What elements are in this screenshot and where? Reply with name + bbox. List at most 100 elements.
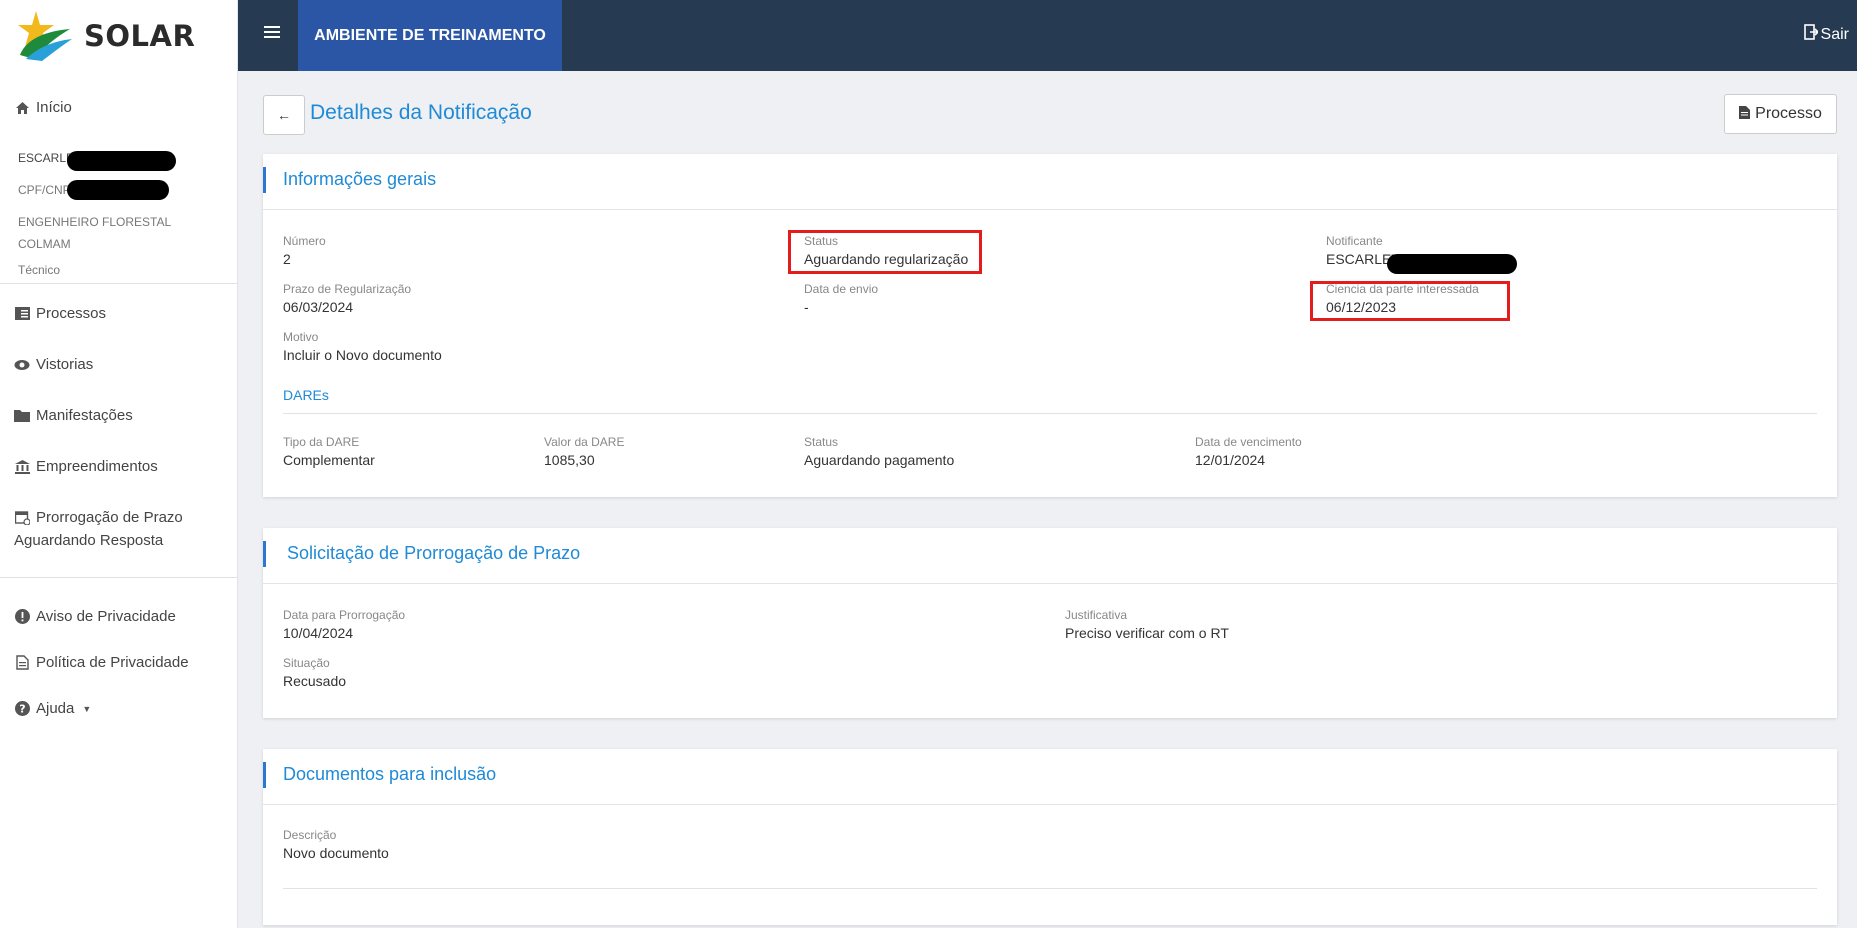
field-label: Descrição [283,828,337,842]
card-header: Documentos para inclusão [263,749,1837,805]
alert-icon [14,609,30,625]
field-label: Tipo da DARE [283,435,360,449]
field-value: 06/03/2024 [283,299,354,315]
redacted-name [67,151,176,171]
sidebar-divider [0,577,238,578]
sidebar-item-ajuda[interactable]: ? Ajuda ▼ [14,700,91,717]
field-label: Motivo [283,330,319,344]
card-accent [263,762,266,788]
section-divider [283,413,1817,414]
sidebar-item-label: Início [36,99,72,116]
field-motivo: Motivo Incluir o Novo documento [283,330,442,363]
arrow-left-icon: ← [277,107,291,123]
card-header: Informações gerais [263,154,1837,210]
logout-label: Sair [1820,25,1849,43]
field-label: Notificante [1326,234,1383,248]
sidebar-item-empreendimentos[interactable]: Empreendimentos [14,458,158,475]
logout-button[interactable]: Sair [1803,24,1849,45]
field-value: Novo documento [283,845,389,861]
environment-label: AMBIENTE DE TREINAMENTO [298,0,562,71]
user-org: COLMAM [18,237,71,251]
field-value: - [804,299,809,315]
caret-down-icon: ▼ [82,703,92,714]
sidebar-item-politica-privacidade[interactable]: Política de Privacidade [14,654,189,671]
general-info-card: Informações gerais Número 2 Status Aguar… [263,154,1837,497]
sidebar-item-label: Vistorias [36,356,94,373]
sidebar-item-label: Aviso de Privacidade [36,608,176,625]
field-value: Aguardando pagamento [804,452,955,468]
brand-name: SOLAR [84,18,196,53]
field-value: Preciso verificar com o RT [1065,625,1229,641]
card-title: Informações gerais [283,169,437,189]
field-value: Complementar [283,452,375,468]
process-button-label: Processo [1755,105,1822,122]
redacted-notificante [1387,254,1517,274]
field-label: Status [804,435,839,449]
field-value: Recusado [283,673,347,689]
help-icon: ? [14,701,30,717]
card-header: Solicitação de Prorrogação de Prazo [263,528,1837,584]
ciencia-highlight [1310,281,1510,321]
user-profile: Técnico [18,263,61,277]
field-situacao: Situação Recusado [283,656,346,689]
field-label: Justificativa [1065,608,1128,622]
status-highlight [788,230,982,274]
field-value: Incluir o Novo documento [283,347,442,363]
sidebar-item-label: Aguardando Resposta [14,532,164,549]
sidebar-item-label: Ajuda [36,700,75,717]
redacted-document [67,180,169,200]
field-envio: Data de envio - [804,282,878,315]
sidebar-item-aviso-privacidade[interactable]: Aviso de Privacidade [14,608,176,625]
sidebar-item-label: Manifestações [36,407,133,424]
field-label: Data de vencimento [1195,435,1302,449]
field-numero: Número 2 [283,234,326,267]
field-descricao: Descrição Novo documento [283,828,389,861]
field-label: Data de envio [804,282,879,296]
field-dare-vencimento: Data de vencimento 12/01/2024 [1195,435,1302,468]
field-label: Valor da DARE [544,435,625,449]
section-divider [283,888,1817,889]
sidebar-item-label: Política de Privacidade [36,654,189,671]
logo[interactable]: SOLAR [0,0,237,71]
field-value: 10/04/2024 [283,625,354,641]
sidebar-item-prorrogacao[interactable]: Prorrogação de Prazo [14,509,183,526]
field-dare-valor: Valor da DARE 1085,30 [544,435,624,468]
field-label: Situação [283,656,330,670]
home-icon [14,100,30,116]
field-value: 2 [283,251,291,267]
field-value: 1085,30 [544,452,595,468]
menu-icon[interactable] [264,26,280,40]
field-value: 12/01/2024 [1195,452,1266,468]
logout-icon [1803,24,1819,45]
field-prazo: Prazo de Regularização 06/03/2024 [283,282,411,315]
sidebar-item-manifestacoes[interactable]: Manifestações [14,407,133,424]
card-accent [263,167,266,193]
page-title: Detalhes da Notificação [310,101,532,124]
folder-icon [14,408,30,424]
field-dare-tipo: Tipo da DARE Complementar [283,435,375,468]
bank-icon [14,459,30,475]
field-label: Prazo de Regularização [283,282,412,296]
user-name: ESCARLE [18,151,75,165]
field-justificativa: Justificativa Preciso verificar com o RT [1065,608,1229,641]
dares-title: DAREs [283,387,329,403]
eye-icon [14,357,30,373]
field-label: Data para Prorrogação [283,608,406,622]
sidebar: SOLAR Início ESCARLE CPF/CNP ENGENHEIRO … [0,0,238,928]
sidebar-item-processos[interactable]: Processos [14,305,106,322]
top-bar: AMBIENTE DE TREINAMENTO Sair [238,0,1857,71]
sidebar-item-vistorias[interactable]: Vistorias [14,356,93,373]
field-dare-status: Status Aguardando pagamento [804,435,954,468]
user-role: ENGENHEIRO FLORESTAL [18,215,172,229]
sidebar-item-prorrogacao-sub[interactable]: Aguardando Resposta [14,532,163,549]
field-data-prorrogacao: Data para Prorrogação 10/04/2024 [283,608,405,641]
calendar-icon [14,510,30,526]
process-button[interactable]: Processo [1724,94,1837,134]
back-button[interactable]: ← [263,95,305,135]
svg-text:?: ? [19,703,25,716]
sidebar-item-label: Prorrogação de Prazo [36,509,183,526]
extension-request-card: Solicitação de Prorrogação de Prazo Data… [263,528,1837,718]
sidebar-item-home[interactable]: Início [14,99,72,116]
list-icon [14,306,30,322]
document-icon [1739,106,1751,122]
